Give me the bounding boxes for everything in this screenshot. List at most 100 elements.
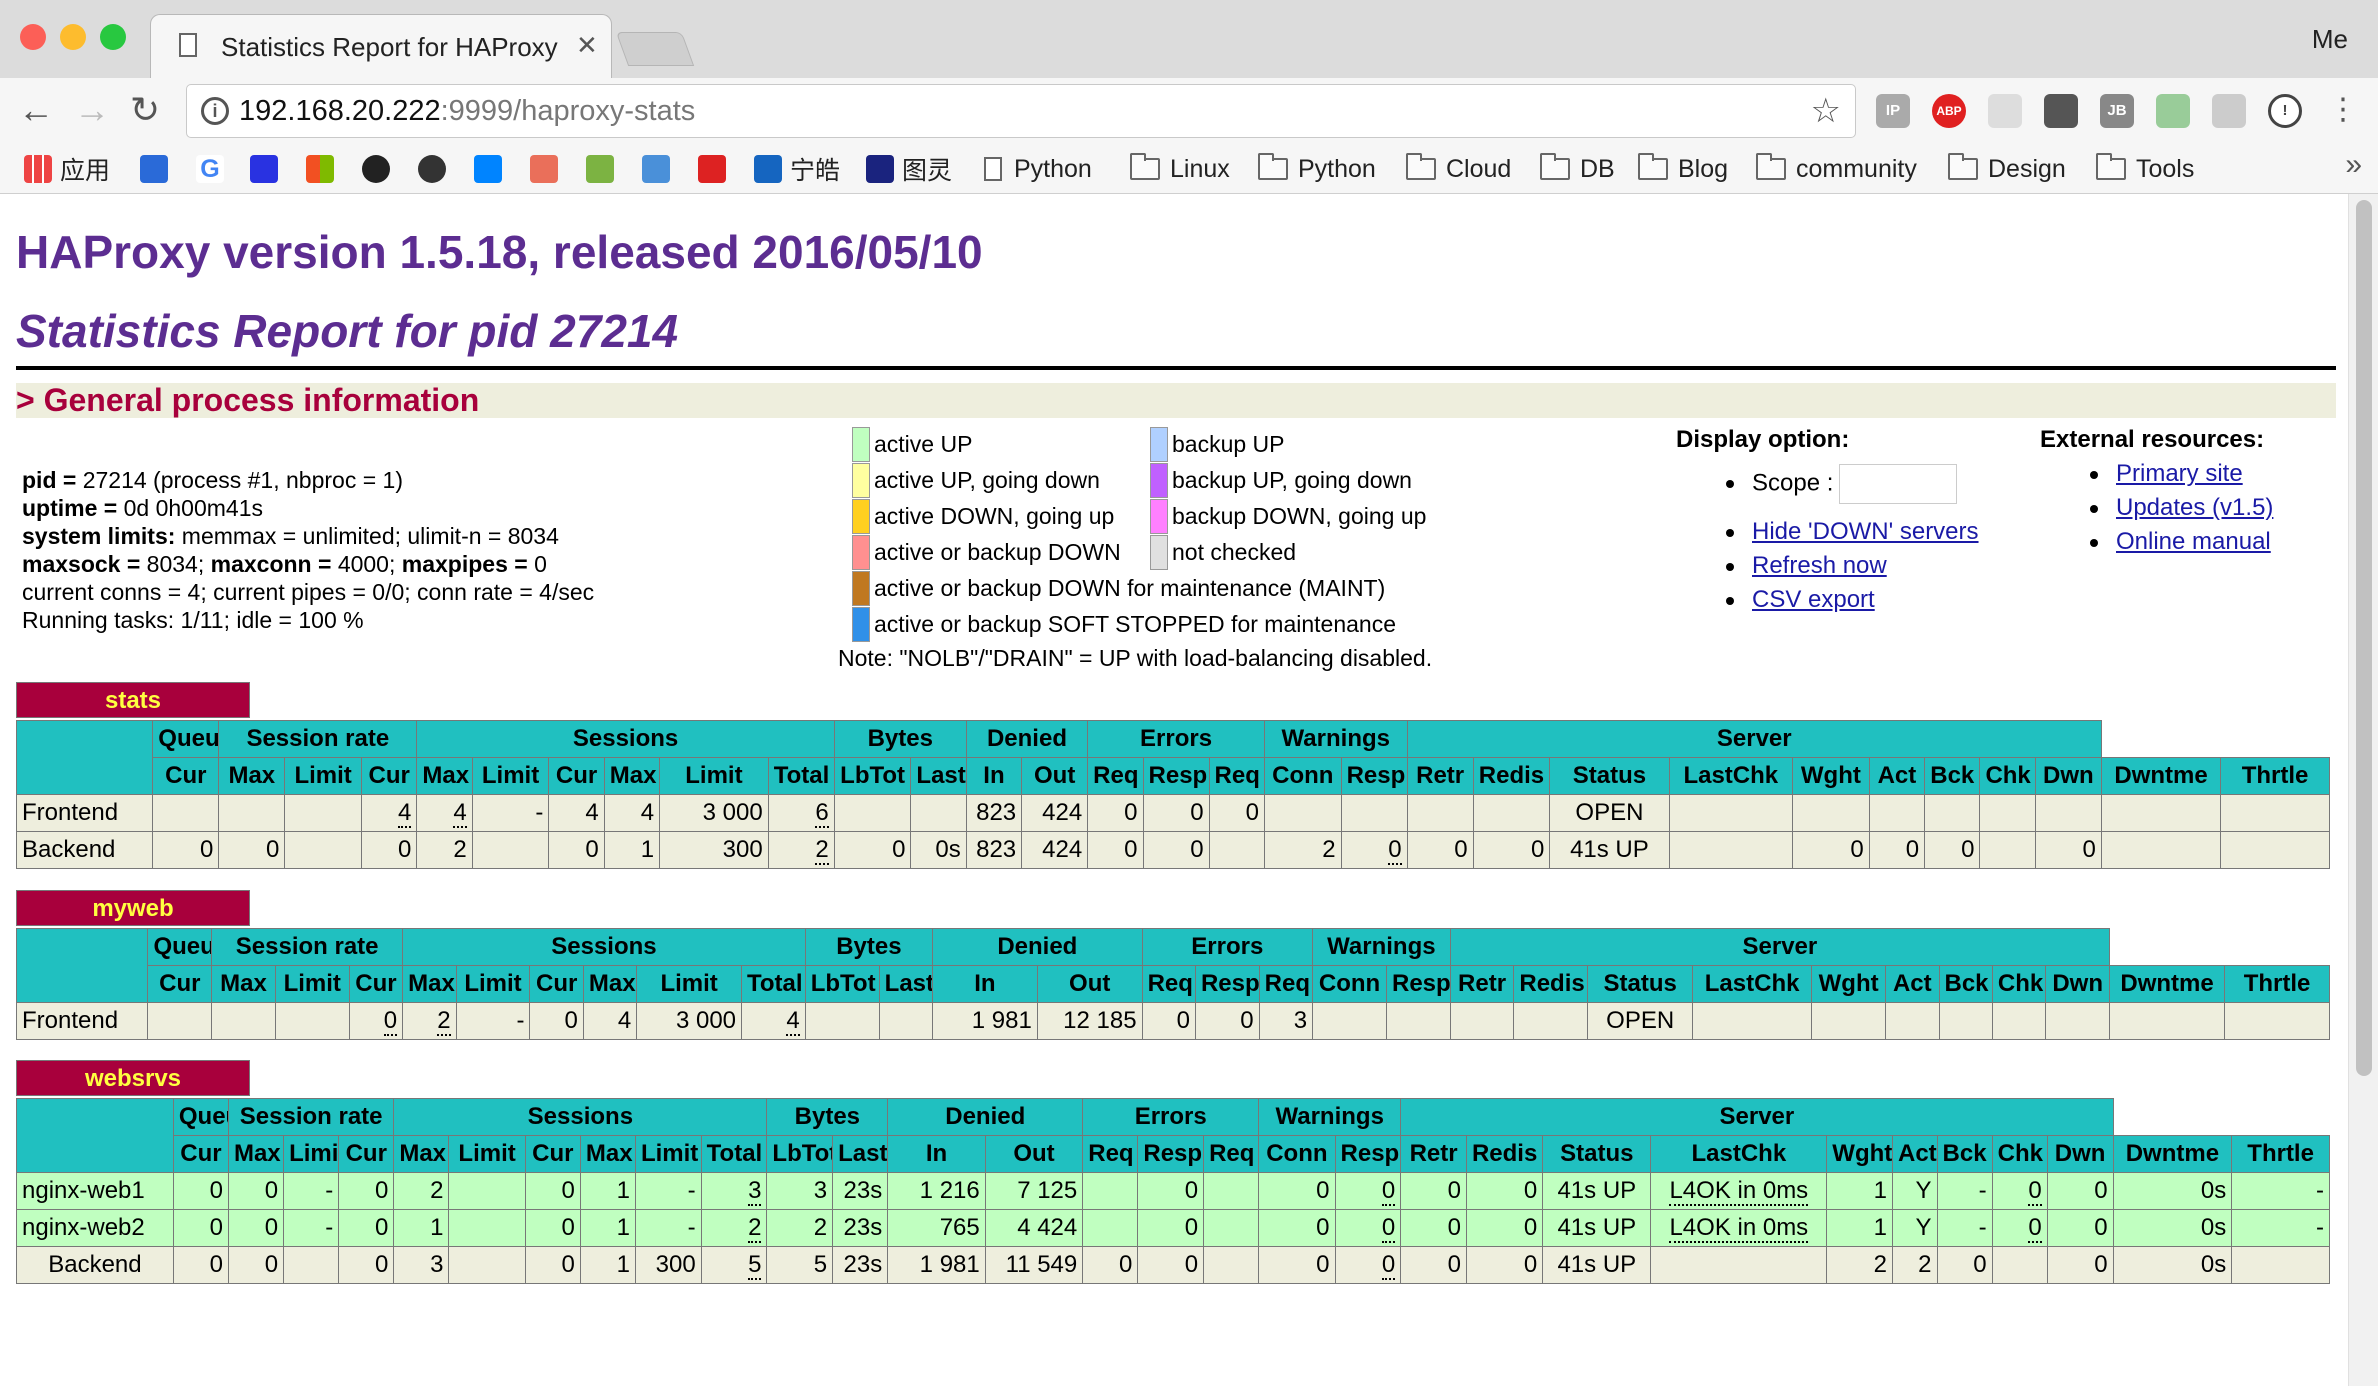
csv-export-link[interactable]: CSV export [1752,586,1875,613]
cell-value: 0 [2082,836,2096,863]
cell-value: 0 [1961,836,1975,863]
legend-note: Note: "NOLB"/"DRAIN" = UP with load-bala… [838,645,1433,671]
bookmark-linux[interactable] [418,150,454,188]
bookmark-folder-db[interactable]: DB [1540,150,1615,188]
hide-down-link[interactable]: Hide 'DOWN' servers [1752,518,1979,545]
bookmark-chart[interactable] [642,150,678,188]
forward-icon[interactable]: → [74,92,110,128]
jb-icon[interactable]: JB [2100,94,2134,128]
cell-value: 0s [2200,1214,2227,1241]
cell-value: 4 [786,1007,800,1036]
row-name-cell[interactable]: nginx-web2 [16,1209,174,1247]
close-tab-icon[interactable]: ✕ [576,30,598,61]
bookmark-folder-design[interactable]: Design [1948,150,2066,188]
scrollbar[interactable] [2348,194,2378,1386]
bookmark-ninghao[interactable]: 宁皓 [754,150,840,188]
row-name-cell[interactable]: Frontend [15,1002,149,1040]
mail-icon [140,155,168,183]
url-text[interactable]: 192.168.20.222:9999/haproxy-stats [239,95,695,128]
column-header: LbTot [804,965,880,1003]
column-group-header: Sessions [402,928,806,966]
bookmark-folder-cloud[interactable]: Cloud [1406,150,1511,188]
proxy-name-stats[interactable]: stats [16,682,250,718]
info-icon[interactable]: i [201,97,229,125]
address-bar[interactable]: i 192.168.20.222:9999/haproxy-stats ☆ [186,84,1856,138]
bookmark-tuling[interactable]: 图灵 [866,150,952,188]
reload-icon[interactable]: ↻ [130,92,160,128]
bookmark-folder-community[interactable]: community [1756,150,1917,188]
back-icon[interactable]: ← [18,92,54,128]
browser-tab[interactable]: Statistics Report for HAProxy ✕ [150,14,612,78]
bookmark-folder-tools[interactable]: Tools [2096,150,2194,188]
table-cell: 2 [700,1209,768,1247]
menu-icon[interactable]: ⋮ [2328,92,2358,128]
penguin-icon [418,155,446,183]
folder-icon [1948,153,1978,180]
cell-value: 0 [1176,1007,1190,1034]
bookmark-star-icon[interactable]: ☆ [1811,91,1841,131]
proxy-name-websrvs[interactable]: websrvs [16,1060,250,1096]
row-name-cell[interactable]: Frontend [15,794,154,832]
bookmark-python-page[interactable]: Python [984,150,1092,188]
cell-value: 300 [655,1251,696,1278]
primary-site-link[interactable]: Primary site [2116,460,2243,487]
notes-icon[interactable] [2156,94,2190,128]
url-path: :9999/haproxy-stats [440,95,696,127]
evernote-icon[interactable] [2044,94,2078,128]
profile-button[interactable]: Me [2312,24,2348,55]
table-cell: 23s [832,1172,889,1210]
info-extension-icon[interactable]: ! [2268,94,2302,128]
refresh-link[interactable]: Refresh now [1752,552,1887,579]
more-bookmarks-icon[interactable]: » [2345,148,2362,182]
cell-value: 0 [1850,836,1864,863]
table-cell: - [634,1209,702,1247]
updates-link[interactable]: Updates (v1.5) [2116,494,2273,521]
column-header: Limit [448,1135,526,1173]
minimize-window-button[interactable] [60,24,86,50]
bookmark-windows[interactable] [306,150,342,188]
cell-value: 0 [209,1214,223,1241]
maximize-window-button[interactable] [100,24,126,50]
table-cell [1082,1172,1139,1210]
column-header: Resp [1142,757,1210,795]
cell-value: 0 [1973,1251,1987,1278]
column-header: Cur [524,1135,581,1173]
table-cell [2034,794,2102,832]
external-header: External resources: [2040,426,2265,453]
table-icon[interactable] [2212,94,2246,128]
close-window-button[interactable] [20,24,46,50]
bookmark-folder-linux[interactable]: Linux [1130,150,1230,188]
table-cell: 4 [603,794,661,832]
table-cell: 3 [1258,1002,1314,1040]
bookmark-folder-python[interactable]: Python [1258,150,1376,188]
column-header: Dwntme [2100,757,2222,795]
cell-value: 2 [430,1177,444,1204]
bookmark-apps[interactable]: 应用 [24,150,110,188]
column-group-header: Denied [932,928,1143,966]
row-name-cell[interactable]: Backend [15,831,154,869]
bookmark-mail[interactable] [140,150,176,188]
adblock-icon[interactable]: ABP [1932,94,1966,128]
row-name-cell[interactable]: Backend [16,1246,174,1284]
folder-icon [1638,153,1668,180]
column-header: Out [984,1135,1084,1173]
online-manual-link[interactable]: Online manual [2116,528,2271,555]
bookmark-github[interactable] [362,150,398,188]
maxconn-value: 4000; [337,551,402,577]
bookmark-folder-blog[interactable]: Blog [1638,150,1728,188]
row-name-cell[interactable]: nginx-web1 [16,1172,174,1210]
new-tab-button[interactable] [615,32,695,66]
bookmark-jianshu[interactable] [530,150,566,188]
table-cell [1203,1209,1260,1247]
cell-value: 4 [640,799,655,826]
bookmark-baidu[interactable] [250,150,286,188]
scrollbar-thumb[interactable] [2356,200,2372,1076]
bookmark-m[interactable] [586,150,622,188]
bookmark-google[interactable]: G [196,150,232,188]
scope-input[interactable] [1839,464,1958,504]
ip-extension-icon[interactable]: IP [1876,94,1910,128]
shield-icon[interactable] [1988,94,2022,128]
proxy-name-myweb[interactable]: myweb [16,890,250,926]
bookmark-zhihu[interactable] [474,150,510,188]
bookmark-bird[interactable] [698,150,734,188]
